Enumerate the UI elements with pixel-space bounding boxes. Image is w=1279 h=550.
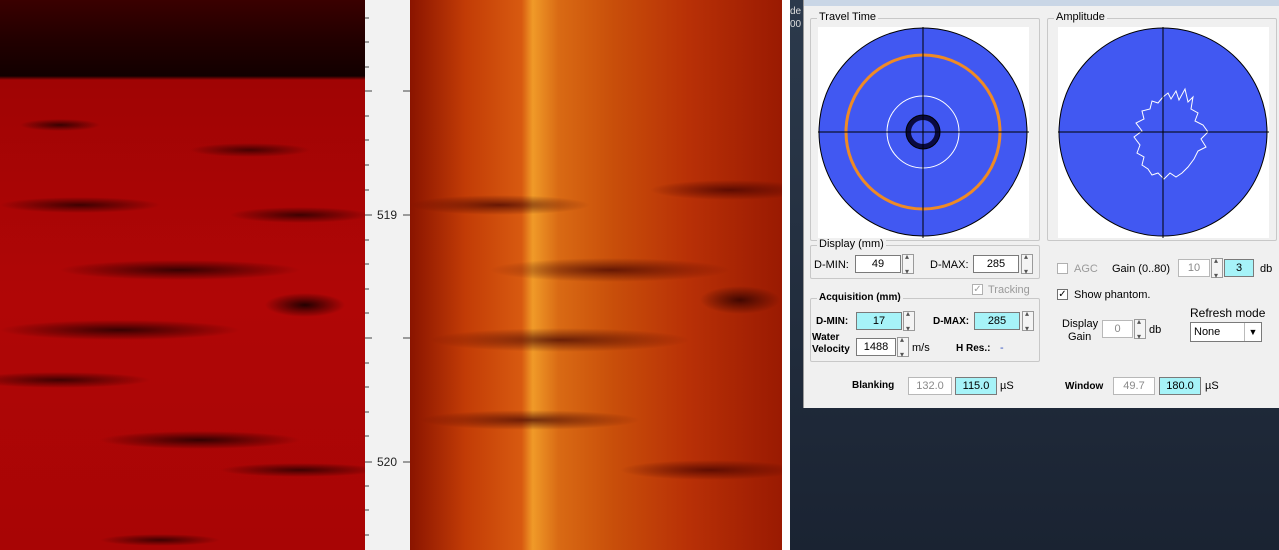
agc-checkbox[interactable]: [1057, 263, 1068, 274]
travel-time-image-track[interactable]: [410, 0, 782, 550]
chevron-down-icon[interactable]: ▼: [1244, 323, 1261, 341]
show-phantom-label: Show phantom.: [1074, 289, 1151, 301]
tracking-checkbox[interactable]: ✓: [972, 284, 983, 295]
refresh-mode-select[interactable]: None ▼: [1190, 322, 1262, 342]
refresh-mode-label: Refresh mode: [1190, 306, 1266, 320]
blanking-field-2[interactable]: 115.0: [955, 377, 997, 395]
acoustic-settings-dialog: Travel Time Amplitude Display (mm) D-MIN…: [803, 0, 1279, 408]
blanking-unit: µS: [1000, 380, 1014, 392]
amplitude-radar: [1058, 27, 1269, 238]
gain-field-disabled: 10: [1178, 259, 1210, 277]
display-gain-spinner[interactable]: [1134, 317, 1146, 341]
depth-scale: 519 520: [365, 0, 410, 550]
depth-label-520: 520: [377, 455, 398, 469]
acquisition-dmin-label: D-MIN:: [816, 316, 849, 327]
hres-value: -: [1000, 342, 1004, 354]
display-gain-label-2: Gain: [1068, 331, 1092, 343]
acquisition-dmax-label: D-MAX:: [933, 316, 970, 327]
show-phantom-checkbox[interactable]: ✓: [1057, 289, 1068, 300]
amplitude-image-track[interactable]: [0, 0, 365, 550]
water-velocity-label-2: Velocity: [812, 344, 850, 355]
dialog-title-bar[interactable]: [804, 0, 1279, 6]
acquisition-title: Acquisition (mm): [817, 292, 903, 303]
display-dmin-field[interactable]: 49: [855, 255, 901, 273]
acquisition-dmin-field[interactable]: 17: [856, 312, 902, 330]
display-dmax-field[interactable]: 285: [973, 255, 1019, 273]
window-field-1: 49.7: [1113, 377, 1155, 395]
travel-time-title: Travel Time: [817, 11, 879, 23]
blanking-field-1: 132.0: [908, 377, 952, 395]
display-dmax-spinner[interactable]: [1021, 252, 1033, 276]
separator: [782, 0, 790, 550]
desktop-text-line-1: de: [790, 6, 802, 17]
desktop-text-line-2: 00: [790, 19, 802, 30]
display-dmin-spinner[interactable]: [902, 252, 914, 276]
water-velocity-spinner[interactable]: [897, 335, 909, 359]
display-dmin-label: D-MIN:: [814, 259, 849, 271]
display-dmax-label: D-MAX:: [930, 259, 969, 271]
tracking-label: Tracking: [988, 284, 1030, 296]
display-title: Display (mm): [817, 238, 886, 250]
acquisition-dmax-spinner[interactable]: [1022, 309, 1034, 333]
display-gain-field[interactable]: 0: [1102, 320, 1133, 338]
amplitude-title: Amplitude: [1054, 11, 1107, 23]
depth-label-519: 519: [377, 208, 398, 222]
gain-label: Gain (0..80): [1112, 263, 1171, 275]
travel-time-radar: [818, 27, 1029, 238]
display-gain-unit: db: [1149, 324, 1162, 336]
acquisition-dmax-field[interactable]: 285: [974, 312, 1020, 330]
travel-time-radar-plot: [818, 27, 1029, 238]
gain-field[interactable]: 3: [1224, 259, 1254, 277]
window-label: Window: [1065, 381, 1104, 392]
gain-spinner[interactable]: [1211, 256, 1223, 280]
water-velocity-label-1: Water: [812, 332, 840, 343]
gain-unit: db: [1260, 263, 1273, 275]
agc-label: AGC: [1074, 263, 1098, 275]
water-velocity-field[interactable]: 1488: [856, 338, 896, 356]
amplitude-radar-plot: [1058, 27, 1269, 238]
hres-label: H Res.:: [956, 343, 991, 354]
acquisition-dmin-spinner[interactable]: [903, 309, 915, 333]
desktop-text: de 00: [790, 5, 801, 31]
window-unit: µS: [1205, 380, 1219, 392]
window-field-2[interactable]: 180.0: [1159, 377, 1201, 395]
display-gain-label-1: Display: [1062, 318, 1099, 330]
blanking-label: Blanking: [852, 380, 895, 391]
refresh-mode-value: None: [1194, 326, 1221, 338]
water-velocity-unit: m/s: [912, 342, 930, 354]
